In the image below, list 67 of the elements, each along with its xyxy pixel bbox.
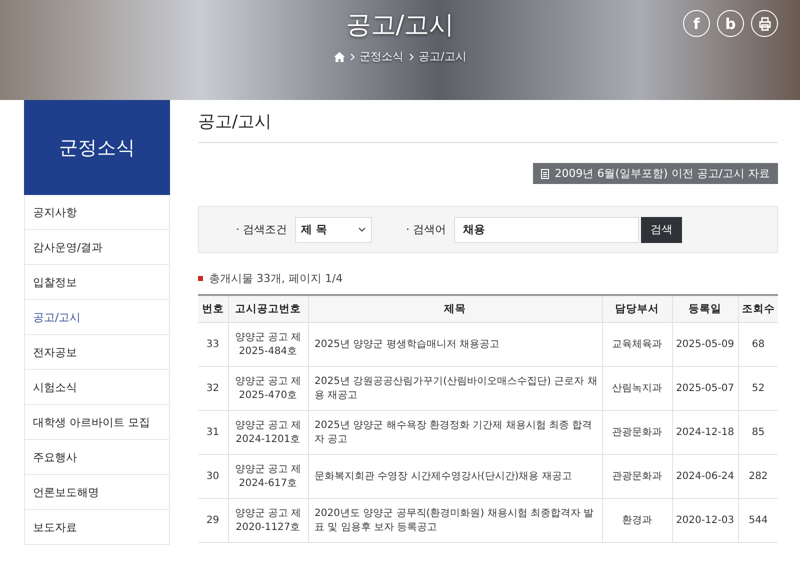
table-cell: 33 — [198, 322, 228, 366]
table-cell: 양양군 공고 제 2024-617호 — [228, 454, 308, 498]
table-cell: 544 — [738, 498, 778, 542]
column-header: 조회수 — [738, 295, 778, 322]
table-cell: 32 — [198, 366, 228, 410]
share-button[interactable]: b — [717, 10, 744, 37]
table-cell: 교육체육과 — [602, 322, 672, 366]
keyword-input-field[interactable]: 채용 — [454, 216, 639, 242]
column-header: 등록일 — [672, 295, 738, 322]
sidebar-item[interactable]: 대학생 아르바이트 모집 — [24, 405, 170, 440]
title-link[interactable]: 문화복지회관 수영장 시간제수영강사(단시간)채용 재공고 — [308, 454, 602, 498]
table-cell: 양양군 공고 제 2020-1127호 — [228, 498, 308, 542]
sidebar-item[interactable]: 공고/고시 — [24, 300, 170, 335]
table-cell: 52 — [738, 366, 778, 410]
table-cell: 관광문화과 — [602, 454, 672, 498]
print-button[interactable] — [751, 10, 778, 37]
column-header: 고시공고번호 — [228, 295, 308, 322]
search-label: · 검색어 — [406, 222, 446, 237]
column-header: 번호 — [198, 295, 228, 322]
sidebar-item[interactable]: 입찰정보 — [24, 265, 170, 300]
table-cell: 31 — [198, 410, 228, 454]
search-label: · 검색조건 — [236, 222, 287, 237]
archive-button[interactable]: 2009년 6월(일부포함) 이전 공고/고시 자료 — [532, 163, 778, 184]
chevron-icon — [408, 52, 414, 60]
sidebar-item[interactable]: 공지사항 — [24, 195, 170, 230]
column-header: 담당부서 — [602, 295, 672, 322]
table-cell: 산림녹지과 — [602, 366, 672, 410]
bullet-icon — [198, 276, 203, 281]
title-link[interactable]: 2025년 양양군 해수욕장 환경정화 기간제 채용시험 최종 합격자 공고 — [308, 410, 602, 454]
table-cell: 2024-12-18 — [672, 410, 738, 454]
table-cell: 2025-05-07 — [672, 366, 738, 410]
table-cell: 68 — [738, 322, 778, 366]
table-cell: 85 — [738, 410, 778, 454]
sidebar-item[interactable]: 언론보도해명 — [24, 475, 170, 510]
title-link[interactable]: 2025년 양양군 평생학습매니저 채용공고 — [308, 322, 602, 366]
page-title: 공고/고시 — [346, 9, 454, 41]
title-link[interactable]: 2020년도 양양군 공무직(환경미화원) 채용시험 최종합격자 발표 및 임용후 보자 등록공고 — [308, 498, 602, 542]
sidebar-item[interactable]: 전자공보 — [24, 335, 170, 370]
breadcrumb-link[interactable]: 군정소식 — [360, 49, 404, 64]
table-cell: 양양군 공고 제 2025-484호 — [228, 322, 308, 366]
table-cell: 2024-06-24 — [672, 454, 738, 498]
post-count-text: 총개시물 33개, 페이지 1/4 — [209, 271, 343, 286]
sidebar-title: 군정소식 — [24, 100, 170, 195]
breadcrumb-link[interactable]: 공고/고시 — [418, 49, 466, 64]
sidebar-item[interactable]: 주요행사 — [24, 440, 170, 475]
column-header: 제목 — [308, 295, 602, 322]
sidebar-item[interactable]: 보도자료 — [24, 510, 170, 545]
table-cell: 양양군 공고 제 2025-470호 — [228, 366, 308, 410]
search-button[interactable]: 검색 — [641, 216, 682, 242]
table-cell: 양양군 공고 제 2024-1201호 — [228, 410, 308, 454]
condition-dropdown[interactable]: 제 목 — [295, 216, 372, 242]
table-cell: 30 — [198, 454, 228, 498]
sidebar-item[interactable]: 시험소식 — [24, 370, 170, 405]
printer-icon — [758, 16, 772, 30]
sidebar-item[interactable]: 감사운영/결과 — [24, 230, 170, 265]
chevron-icon — [350, 52, 355, 60]
table-cell: 29 — [198, 498, 228, 542]
chevron-down-icon — [358, 227, 366, 232]
home-icon[interactable] — [334, 52, 345, 62]
table-cell: 2020-12-03 — [672, 498, 738, 542]
section-title: 공고/고시 — [198, 110, 778, 143]
document-icon — [540, 168, 549, 178]
title-link[interactable]: 2025년 강원공공산림가꾸기(산림바이오매스수집단) 근로자 채용 재공고 — [308, 366, 602, 410]
table-cell: 2025-05-09 — [672, 322, 738, 366]
table-cell: 282 — [738, 454, 778, 498]
table-cell: 환경과 — [602, 498, 672, 542]
table-cell: 관광문화과 — [602, 410, 672, 454]
